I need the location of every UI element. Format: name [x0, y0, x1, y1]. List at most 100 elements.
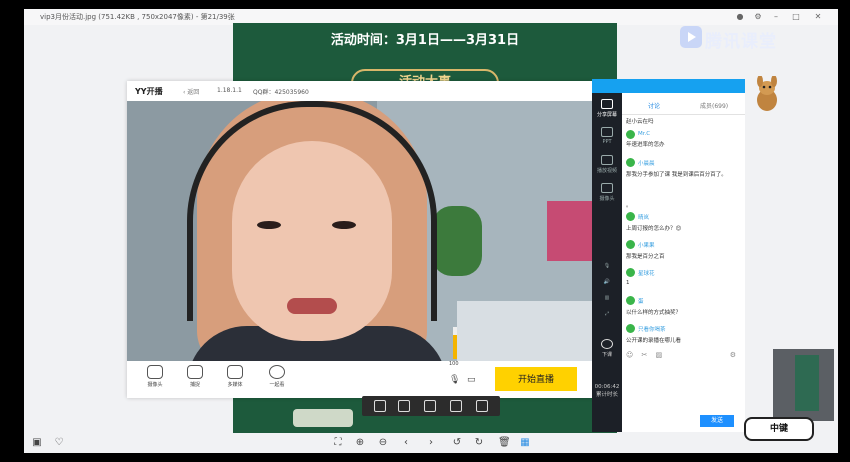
- ppt-label: PPT: [602, 139, 612, 145]
- delete-icon[interactable]: 🗑: [498, 438, 511, 448]
- poster-time-text: 活动时间：3月1日——3月31日: [330, 33, 520, 48]
- timer-value: 00:06:42: [594, 384, 620, 390]
- chat-user: 蛋: [626, 296, 738, 305]
- scissors-icon[interactable]: ✂: [642, 351, 648, 359]
- class-timer: 00:06:42 累计时长: [592, 383, 622, 399]
- camera-side-icon: [601, 183, 613, 193]
- watermark-stamp: 中键: [744, 417, 814, 441]
- chat-user: 星球花: [626, 268, 738, 277]
- previous-icon[interactable]: ‹: [401, 438, 411, 448]
- multimedia-button[interactable]: 多媒体: [219, 365, 251, 388]
- folder-icon[interactable]: ▣: [32, 438, 42, 448]
- pen-icon[interactable]: [450, 400, 462, 412]
- emoji-icon[interactable]: ☺: [626, 351, 633, 359]
- navigator-thumbnail[interactable]: [773, 349, 834, 421]
- heart-icon[interactable]: ♡: [54, 438, 64, 448]
- stats-icon[interactable]: ▥: [592, 295, 622, 301]
- tab-members[interactable]: 成员(699): [700, 101, 728, 110]
- camera-preview: [127, 101, 592, 361]
- grid-icon[interactable]: ▦: [520, 438, 530, 448]
- yy-controls: 摄像头 捕捉 多媒体 一起看 100 🎙 ▭ 开始直播: [127, 327, 592, 398]
- chat-message: 星球花 1: [626, 268, 738, 286]
- maximize-icon[interactable]: □: [792, 13, 800, 21]
- chat-message: 蛋 以什么样的方式抽奖？: [626, 296, 738, 316]
- start-live-button[interactable]: 开始直播: [495, 367, 577, 391]
- chat-tabs: 讨论 成员(699): [622, 93, 745, 115]
- ppt-button[interactable]: PPT: [592, 127, 622, 145]
- mic-side-icon[interactable]: 🎙: [592, 263, 622, 269]
- watch-together-label: 一起看: [269, 382, 285, 388]
- zoom-out-icon[interactable]: ⊖: [378, 438, 388, 448]
- chat-messages: 赵小云在吗 Mr.C 年速进率的怎办 小晨晨 那我分手参加了课 我是到课后百分百…: [626, 117, 740, 347]
- gear-icon[interactable]: ⚙: [754, 13, 762, 21]
- fullscreen-icon[interactable]: ⤢: [592, 311, 622, 317]
- camera-button[interactable]: 摄像头: [139, 365, 171, 388]
- brand-name: 腾讯课堂: [705, 32, 777, 52]
- expand-icon[interactable]: [476, 400, 488, 412]
- chat-message: 小果果 那我是百分之百: [626, 240, 738, 260]
- camera-label: 摄像头: [147, 382, 163, 388]
- share-screen-button[interactable]: 分享屏幕: [592, 99, 622, 118]
- multimedia-label: 多媒体: [227, 382, 243, 388]
- close-icon[interactable]: ✕: [814, 13, 822, 21]
- next-icon[interactable]: ›: [426, 438, 436, 448]
- chat-tools: ☺ ✂ ▨ ⚙: [626, 351, 740, 363]
- settings-icon[interactable]: ⚙: [730, 351, 736, 359]
- share-screen-icon: [601, 99, 613, 109]
- volume-value: 100: [449, 361, 459, 367]
- capture-label: 捕捉: [189, 382, 200, 388]
- play-video-icon: [601, 155, 613, 165]
- classroom-panel: 分享屏幕 PPT 播放视频 摄像头 🎙 🔊 ▥ ⤢ 下课 00:06:42 累计…: [592, 79, 745, 432]
- send-button[interactable]: 发送: [700, 415, 734, 427]
- volume-slider[interactable]: [453, 327, 457, 359]
- ppt-icon: [601, 127, 613, 137]
- avatar-icon[interactable]: ●: [736, 13, 744, 21]
- panel-titlebar: [592, 79, 745, 93]
- crop-icon[interactable]: ⛶: [333, 438, 343, 448]
- back-link[interactable]: ‹ 返回: [183, 87, 199, 96]
- capture-button[interactable]: 捕捉: [179, 365, 211, 388]
- yy-header: YY开播 ‹ 返回 1.18.1.1 QQ群：425035960: [127, 81, 592, 101]
- tab-discussion[interactable]: 讨论: [648, 101, 660, 110]
- screen: vip3月份活动.jpg (751.42KB , 750x2047像素) - 第…: [0, 0, 850, 462]
- chat-user: 晴岚: [626, 212, 738, 221]
- rotate-left-icon[interactable]: ↺: [452, 438, 462, 448]
- chat-message: 只看你喝茶 公开课的录播在哪儿看: [626, 324, 738, 344]
- chat-message: 赵小云在吗: [626, 119, 654, 125]
- chat-user: 只看你喝茶: [626, 324, 738, 333]
- chat-user: 小果果: [626, 240, 738, 249]
- chat-message: Mr.C 年速进率的怎办: [626, 130, 738, 148]
- chat-input[interactable]: [626, 365, 740, 411]
- end-class-button[interactable]: 下课: [592, 339, 622, 358]
- camera-icon: [147, 365, 163, 379]
- mascot-sticker: [752, 75, 782, 112]
- image-icon[interactable]: ▨: [656, 351, 663, 359]
- chat-message: 晴岚 上周订报的怎么办？😊: [626, 212, 738, 232]
- timer-label: 累计时长: [595, 392, 618, 398]
- watch-together-icon: [269, 365, 285, 379]
- screenshot-icon[interactable]: [424, 400, 436, 412]
- chat-user: Mr.C: [626, 130, 738, 139]
- rotate-right-icon[interactable]: ↻: [474, 438, 484, 448]
- speaker-icon[interactable]: 🔊: [592, 279, 622, 285]
- play-video-label: 播放视频: [596, 168, 617, 174]
- power-icon: [601, 339, 613, 349]
- watch-together-button[interactable]: 一起看: [261, 365, 293, 388]
- window-icon[interactable]: [398, 400, 410, 412]
- play-video-button[interactable]: 播放视频: [592, 155, 622, 174]
- minimize-icon[interactable]: –: [772, 13, 780, 21]
- zoom-in-icon[interactable]: ⊕: [355, 438, 365, 448]
- poster-decoration: [293, 409, 353, 427]
- yy-version: 1.18.1.1: [217, 87, 242, 94]
- capture-icon: [187, 365, 203, 379]
- qq-group: QQ群：425035960: [253, 89, 309, 96]
- camera-side-label: 摄像头: [599, 196, 615, 202]
- select-icon[interactable]: [374, 400, 386, 412]
- viewer-title: vip3月份活动.jpg (751.42KB , 750x2047像素) - 第…: [40, 13, 235, 21]
- microphone-icon[interactable]: 🎙: [449, 375, 460, 385]
- video-icon[interactable]: ▭: [467, 375, 476, 385]
- camera-side-button[interactable]: 摄像头: [592, 183, 622, 202]
- multimedia-icon: [227, 365, 243, 379]
- floating-toolbar: [362, 396, 500, 416]
- viewer-bottom-toolbar: ▣ ♡ ⛶ ⊕ ⊖ ‹ › ↺ ↻ 🗑 ▦: [24, 433, 838, 453]
